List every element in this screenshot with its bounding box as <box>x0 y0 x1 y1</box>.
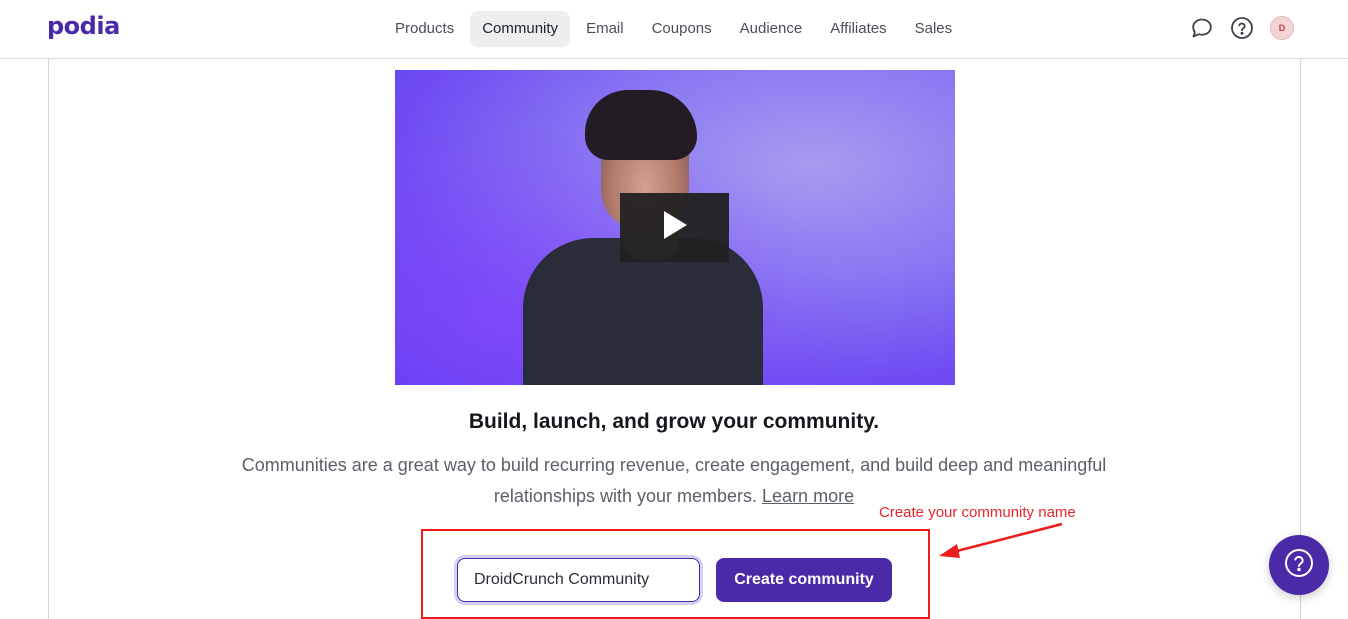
help-chat-button[interactable] <box>1269 535 1329 595</box>
intro-video[interactable] <box>395 70 955 385</box>
learn-more-link[interactable]: Learn more <box>762 486 854 506</box>
video-person-hair <box>585 90 697 160</box>
page-headline: Build, launch, and grow your community. <box>468 410 880 433</box>
play-icon <box>662 210 688 245</box>
help-circle-icon[interactable] <box>1230 16 1254 40</box>
nav-item-products[interactable]: Products <box>383 11 466 47</box>
nav-item-coupons[interactable]: Coupons <box>640 11 724 47</box>
header-actions: D <box>1190 16 1294 40</box>
nav-item-audience[interactable]: Audience <box>728 11 815 47</box>
user-avatar[interactable]: D <box>1270 16 1294 40</box>
chat-bubble-icon[interactable] <box>1190 16 1214 40</box>
nav-item-sales[interactable]: Sales <box>903 11 965 47</box>
description-text: Communities are a great way to build rec… <box>241 455 1107 506</box>
create-community-button[interactable]: Create community <box>716 558 892 602</box>
main-nav: Products Community Email Coupons Audienc… <box>383 11 968 47</box>
nav-item-community[interactable]: Community <box>470 11 571 47</box>
help-circle-icon <box>1283 547 1315 584</box>
nav-item-email[interactable]: Email <box>574 11 636 47</box>
nav-item-affiliates[interactable]: Affiliates <box>818 11 898 47</box>
page-description: Communities are a great way to build rec… <box>200 450 1148 512</box>
podia-logo[interactable]: podia <box>47 12 120 40</box>
video-play-button[interactable] <box>620 193 729 262</box>
community-name-input[interactable] <box>457 558 700 602</box>
top-navigation-bar: podia Products Community Email Coupons A… <box>0 0 1348 59</box>
annotation-arrow-icon <box>935 518 1065 568</box>
